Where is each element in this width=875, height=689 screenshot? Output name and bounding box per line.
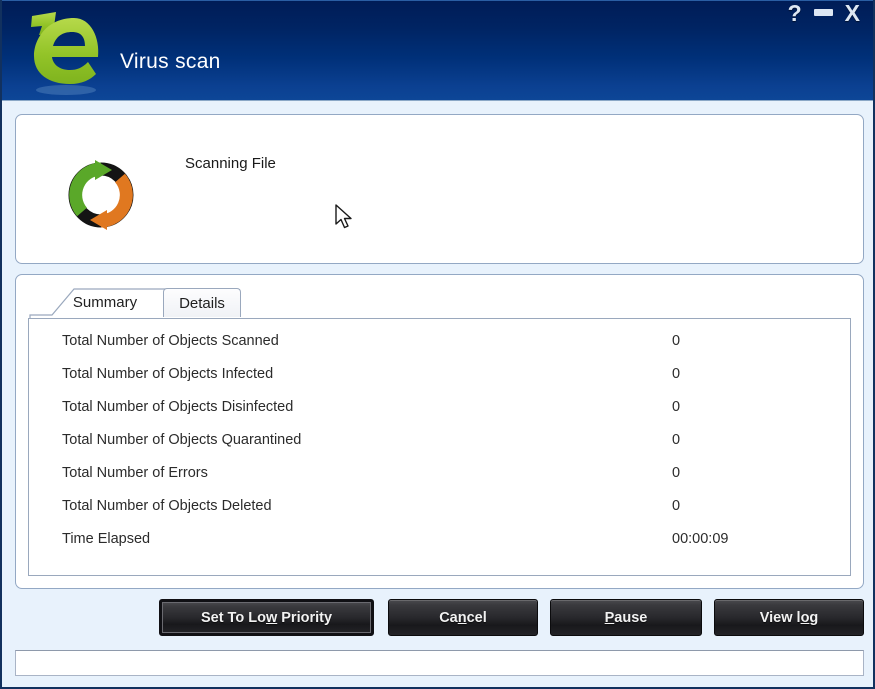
- row-label: Total Number of Objects Disinfected: [62, 398, 294, 415]
- scan-status-panel: Scanning File: [15, 114, 864, 264]
- table-row: Total Number of Objects Scanned 0: [29, 324, 850, 357]
- tab-details-label: Details: [179, 294, 225, 312]
- row-label: Total Number of Objects Infected: [62, 365, 274, 382]
- row-label: Time Elapsed: [62, 530, 151, 547]
- cancel-label: Cancel: [439, 609, 487, 626]
- row-value: 0: [672, 398, 681, 415]
- row-label: Total Number of Errors: [62, 464, 208, 481]
- row-label: Total Number of Objects Scanned: [62, 332, 279, 349]
- help-button[interactable]: ?: [788, 2, 802, 25]
- summary-rows: Total Number of Objects Scanned 0 Total …: [29, 319, 850, 555]
- set-to-low-priority-label: Set To Low Priority: [200, 609, 333, 626]
- scan-status-text: Scanning File: [185, 155, 276, 172]
- table-row: Total Number of Objects Quarantined 0: [29, 423, 850, 456]
- tab-summary-label: Summary: [72, 293, 138, 311]
- summary-content-box: Total Number of Objects Scanned 0 Total …: [28, 318, 851, 576]
- escan-e-logo-icon: [12, 4, 108, 96]
- tab-summary[interactable]: Summary: [50, 287, 160, 317]
- pause-button[interactable]: Pause: [550, 599, 702, 636]
- row-label: Total Number of Objects Quarantined: [62, 431, 302, 448]
- row-value: 0: [672, 464, 681, 481]
- scanning-spinner-icon: [62, 156, 140, 234]
- button-row: Set To Low Priority Cancel Pause View lo…: [2, 599, 873, 639]
- row-value: 0: [672, 431, 681, 448]
- row-value: 0: [672, 497, 681, 514]
- pause-label: Pause: [604, 609, 648, 626]
- row-label: Total Number of Objects Deleted: [62, 497, 272, 514]
- table-row: Time Elapsed 00:00:09: [29, 522, 850, 555]
- view-log-label: View log: [759, 609, 819, 626]
- table-row: Total Number of Objects Deleted 0: [29, 489, 850, 522]
- row-value: 00:00:09: [672, 530, 729, 547]
- title-bar: Virus scan ? X: [2, 0, 873, 101]
- minimize-button[interactable]: [813, 9, 833, 16]
- set-to-low-priority-button[interactable]: Set To Low Priority: [159, 599, 374, 636]
- row-value: 0: [672, 365, 681, 382]
- tab-strip: Summary Details: [16, 275, 863, 319]
- row-value: 0: [672, 332, 681, 349]
- status-bar: [15, 650, 864, 676]
- table-row: Total Number of Errors 0: [29, 456, 850, 489]
- window-controls: ? X: [788, 2, 860, 25]
- window-title: Virus scan: [120, 50, 221, 73]
- table-row: Total Number of Objects Disinfected 0: [29, 390, 850, 423]
- close-button[interactable]: X: [845, 2, 860, 25]
- view-log-button[interactable]: View log: [714, 599, 864, 636]
- virus-scan-window: Virus scan ? X Scanning File Summary Det…: [0, 0, 875, 689]
- table-row: Total Number of Objects Infected 0: [29, 357, 850, 390]
- cancel-button[interactable]: Cancel: [388, 599, 538, 636]
- summary-details-panel: Summary Details Total Number of Objects …: [15, 274, 864, 589]
- tab-details[interactable]: Details: [163, 288, 241, 317]
